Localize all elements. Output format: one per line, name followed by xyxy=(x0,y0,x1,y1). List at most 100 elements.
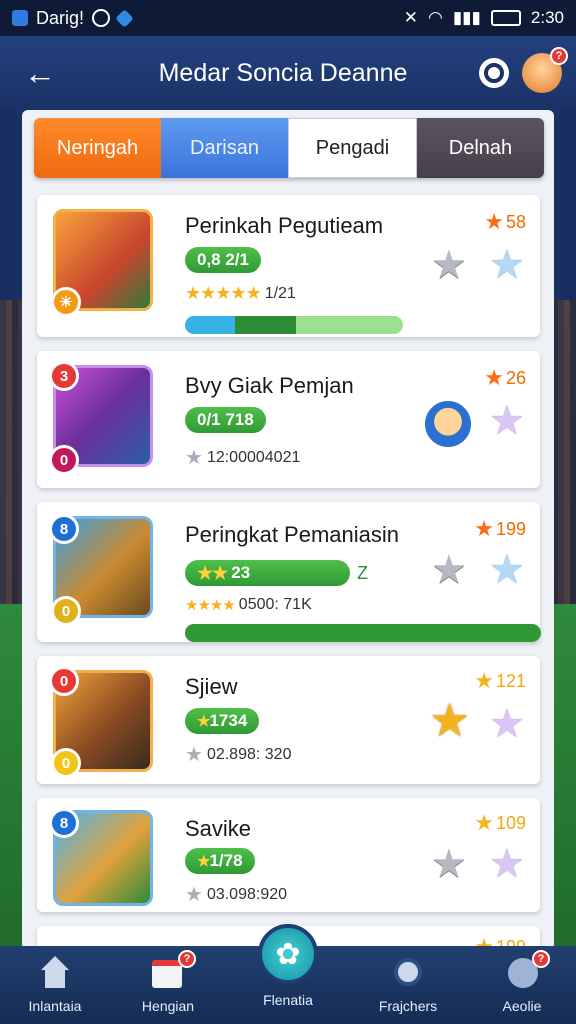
battery-icon xyxy=(490,10,521,26)
score-badge: ★ 121 xyxy=(474,668,526,694)
purple-star-icon[interactable]: ★ xyxy=(489,844,525,884)
nav-item-home[interactable]: Inlantaia xyxy=(5,956,105,1014)
tab-delnah[interactable]: Delnah xyxy=(417,118,544,178)
news-icon: ? xyxy=(150,950,196,990)
score-value: 109 xyxy=(495,812,526,833)
back-arrow-icon[interactable]: ← xyxy=(0,55,80,92)
player-rating: ★★★★★ 1/21 xyxy=(185,283,296,304)
avatar-badge: ? xyxy=(550,47,568,65)
rating-text: 1/21 xyxy=(264,284,296,302)
score-badge: ★ 26 xyxy=(484,365,526,391)
progress-bar xyxy=(185,316,403,334)
nav-item-news[interactable]: ? Hengian xyxy=(118,950,218,1014)
clock-time: 2:30 xyxy=(530,8,564,27)
nav-item-timer[interactable]: Frajchers xyxy=(358,956,458,1014)
rank-badge-icon: ☀ xyxy=(51,287,81,317)
pill-value: 1734 xyxy=(209,711,248,730)
page-title: Medar Soncia Deanne xyxy=(158,58,408,87)
signal-icon: ▮▮▮ xyxy=(452,8,481,27)
progress-segment-green xyxy=(185,624,541,642)
nav-item-profile[interactable]: ? Aeolie xyxy=(472,950,572,1014)
search-button[interactable] xyxy=(466,58,522,88)
rating-text: 02.898: 320 xyxy=(206,745,292,763)
player-rating: ★ 12:00004021 xyxy=(185,445,300,470)
silver-star-icon[interactable]: ★ xyxy=(431,245,467,285)
rating-text: 03.098:920 xyxy=(206,885,288,903)
gold-star-icon[interactable]: ★ xyxy=(429,697,470,743)
rank-badge-top: 3 xyxy=(49,361,79,391)
rating-stars-icon: ★★★★ xyxy=(185,597,236,614)
leaderboard-card[interactable]: 8 0 Peringkat Pemaniasin ★★ 23 Z ★★★★ 05… xyxy=(37,502,541,642)
purple-star-icon[interactable]: ★ xyxy=(489,704,525,744)
rating-star-icon: ★ xyxy=(185,884,203,906)
rank-badge-top: 0 xyxy=(49,666,79,696)
leaderboard-card[interactable]: 0 0 Sjiew ★ 1734 ★ 02.898: 320 ★ 121 ★ ★ xyxy=(37,656,540,784)
rating-stars-icon: ★★★★★ xyxy=(185,283,262,303)
pill-suffix: Z xyxy=(357,563,368,583)
rating-text: 0500: 71K xyxy=(238,596,312,613)
nav-label: Flenatia xyxy=(263,992,313,1008)
score-badge: ★ 58 xyxy=(484,209,526,235)
home-icon xyxy=(37,956,73,990)
player-name: Savike xyxy=(185,816,252,841)
mute-icon: ✕ xyxy=(403,8,418,27)
pill-stars-icon: ★★ xyxy=(197,562,228,583)
nav-label: Aeolie xyxy=(502,998,542,1014)
player-rating: ★ 03.098:920 xyxy=(185,882,287,907)
score-value: 58 xyxy=(505,211,526,232)
player-stat-pill: ★ 1/78 xyxy=(185,848,255,874)
app-header: ← Medar Soncia Deanne ? xyxy=(0,36,576,110)
leaderboard-card[interactable]: 3 0 Bvy Giak Pemjan 0/1 718 ★ 12:0000402… xyxy=(37,351,540,488)
wifi-icon: ◠ xyxy=(427,8,443,27)
status-bar: Darig! ✕ ◠ ▮▮▮ 2:30 xyxy=(0,0,576,36)
score-star-icon: ★ xyxy=(484,209,504,234)
score-badge: ★ 199 xyxy=(474,516,526,542)
player-rating: ★★★★ 0500: 71K xyxy=(185,596,312,614)
flower-icon[interactable]: ✿ xyxy=(258,924,318,984)
purple-star-icon[interactable]: ★ xyxy=(489,401,525,441)
app-icon xyxy=(115,8,134,28)
blue-star-icon[interactable]: ★ xyxy=(489,550,525,590)
leaderboard-card[interactable]: 8 Savike ★ 1/78 ★ 03.098:920 ★ 109 ★ ★ xyxy=(37,798,540,912)
rank-badge-top: 8 xyxy=(49,514,79,544)
nav-item-center[interactable]: Flenatia xyxy=(238,992,338,1008)
timer-icon xyxy=(390,956,426,990)
leaderboard-card[interactable]: ☀ Perinkah Pegutieam 0,8 2/1 ★★★★★ 1/21 … xyxy=(37,195,540,337)
score-value: 199 xyxy=(495,518,526,539)
pill-star-icon: ★ xyxy=(197,713,210,730)
player-stat-pill: ★ 1734 xyxy=(185,708,260,734)
clock-icon xyxy=(92,9,111,27)
player-stat-pill: ★★ 23 xyxy=(185,560,350,586)
rank-badge-bottom: 0 xyxy=(51,596,81,626)
progress-segment-blue xyxy=(185,316,236,334)
tab-bar: Neringah Darisan Pengadi Delnah xyxy=(34,118,544,178)
carrier-name: Darig! xyxy=(36,7,85,28)
silver-star-icon[interactable]: ★ xyxy=(431,844,467,884)
player-name: Sjiew xyxy=(185,674,238,699)
pill-value: 1/78 xyxy=(209,851,243,870)
player-name: Bvy Giak Pemjan xyxy=(185,373,354,398)
score-badge: ★ 109 xyxy=(474,810,526,836)
score-star-icon: ★ xyxy=(474,668,494,693)
nav-label: Frajchers xyxy=(378,998,438,1014)
pill-star-icon: ★ xyxy=(197,853,210,870)
player-stat-pill: 0,8 2/1 xyxy=(185,247,261,273)
blue-star-icon[interactable]: ★ xyxy=(489,245,525,285)
nav-badge: ? xyxy=(532,950,550,968)
nav-badge: ? xyxy=(178,950,196,968)
player-rating: ★ 02.898: 320 xyxy=(185,742,291,767)
profile-icon: ? xyxy=(504,950,550,990)
tab-pengadi[interactable]: Pengadi xyxy=(288,118,417,178)
rank-badge-bottom: 0 xyxy=(51,748,81,778)
friend-avatar[interactable] xyxy=(423,399,473,449)
profile-avatar[interactable]: ? xyxy=(522,47,568,93)
tab-neringah[interactable]: Neringah xyxy=(34,118,161,178)
tab-darisan[interactable]: Darisan xyxy=(161,118,288,178)
silver-star-icon[interactable]: ★ xyxy=(431,550,467,590)
player-stat-pill: 0/1 718 xyxy=(185,407,266,433)
progress-bar xyxy=(185,624,541,642)
bottom-navigation: Inlantaia ? Hengian Flenatia ✿ Frajchers… xyxy=(0,924,576,1024)
rank-badge-top: 8 xyxy=(49,808,79,838)
score-value: 26 xyxy=(505,367,526,388)
mail-icon xyxy=(12,10,28,26)
